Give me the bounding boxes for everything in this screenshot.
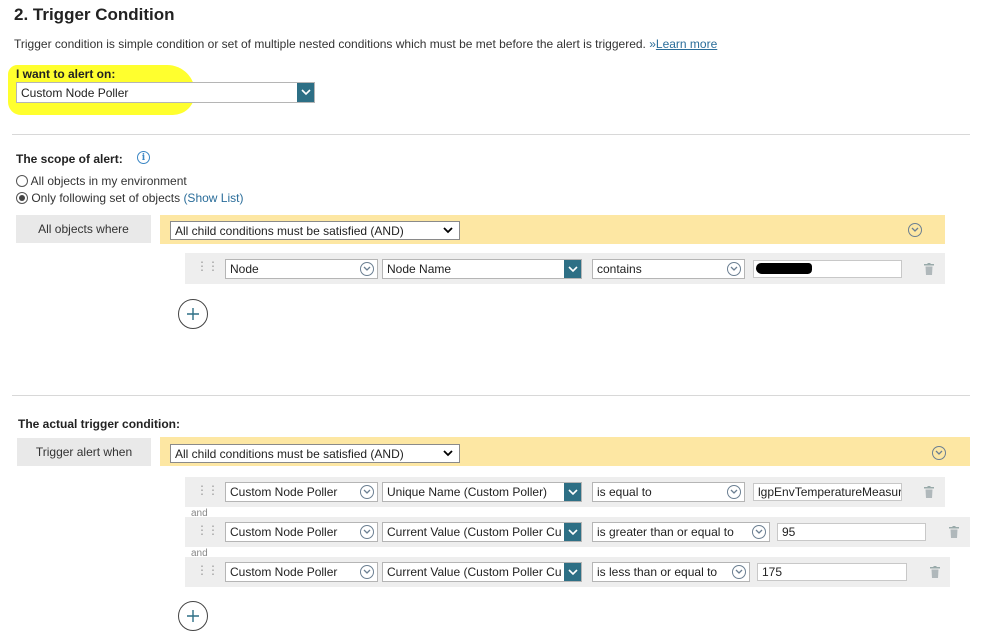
condition-value-text: 175 (762, 565, 783, 579)
radio-unselected[interactable] (16, 175, 28, 187)
condition-field-select[interactable]: Node Name (382, 259, 582, 279)
trash-icon[interactable] (924, 486, 934, 498)
condition-field-value: Node Name (387, 262, 452, 276)
scope-group-operator-value: All child conditions must be satisfied (… (175, 223, 404, 238)
divider (12, 395, 970, 396)
alert-on-label: I want to alert on: (16, 67, 116, 81)
radio-selected[interactable] (16, 192, 28, 204)
add-condition-button[interactable] (178, 601, 208, 631)
chevron-down-icon (360, 565, 374, 579)
condition-value-text: lgpEnvTemperatureMeasure (758, 485, 902, 499)
condition-field-select[interactable]: Unique Name (Custom Poller) (382, 482, 582, 502)
plus-icon (187, 308, 199, 320)
plus-icon (187, 610, 199, 622)
trigger-group-operator-value: All child conditions must be satisfied (… (175, 446, 404, 461)
learn-more-link[interactable]: Learn more (656, 37, 717, 51)
drag-handle-icon[interactable]: ⋮⋮ (196, 260, 219, 272)
trigger-label: The actual trigger condition: (18, 417, 181, 431)
chevron-down-icon (297, 83, 314, 102)
scope-option-all[interactable]: All objects in my environment (16, 174, 187, 188)
condition-object-value: Node (230, 262, 259, 276)
condition-value-input[interactable]: lgpEnvTemperatureMeasure (753, 483, 902, 501)
trash-icon[interactable] (949, 526, 959, 538)
trigger-group-label: Trigger alert when (17, 438, 151, 466)
redaction-mark (756, 263, 812, 274)
drag-handle-icon[interactable]: ⋮⋮ (196, 524, 219, 536)
condition-field-value: Current Value (Custom Poller Cu (387, 565, 562, 579)
chevron-down-icon (564, 260, 581, 278)
condition-operator-select[interactable]: is less than or equal to (592, 562, 750, 582)
trigger-group-operator-select[interactable]: All child conditions must be satisfied (… (170, 444, 460, 463)
divider (12, 134, 970, 135)
scope-option-following-label: Only following set of objects (31, 191, 181, 205)
trash-icon[interactable] (924, 263, 934, 275)
show-list-link[interactable]: (Show List) (183, 191, 243, 205)
chevron-down-icon (360, 262, 374, 276)
condition-field-value: Unique Name (Custom Poller) (387, 485, 548, 499)
scope-option-all-label: All objects in my environment (30, 174, 187, 188)
condition-operator-value: contains (597, 262, 642, 276)
condition-operator-select[interactable]: is greater than or equal to (592, 522, 770, 542)
condition-operator-select[interactable]: contains (592, 259, 745, 279)
condition-operator-select[interactable]: is equal to (592, 482, 745, 502)
chevron-down-icon (564, 563, 581, 581)
scope-label: The scope of alert: (16, 152, 123, 166)
section-title: 2. Trigger Condition (14, 5, 175, 24)
condition-field-select[interactable]: Current Value (Custom Poller Cu (382, 562, 582, 582)
scope-option-following[interactable]: Only following set of objects (Show List… (16, 191, 243, 205)
chevron-down-icon (732, 565, 746, 579)
drag-handle-icon[interactable]: ⋮⋮ (196, 564, 219, 576)
chevron-down-icon (752, 525, 766, 539)
chevron-down-icon (564, 523, 581, 541)
condition-object-value: Custom Node Poller (230, 565, 338, 579)
condition-object-select[interactable]: Custom Node Poller (225, 482, 378, 502)
condition-value-text: 95 (782, 525, 796, 539)
condition-value-input[interactable]: 175 (757, 563, 907, 581)
condition-value-input[interactable]: 95 (777, 523, 926, 541)
scope-group-label: All objects where (16, 215, 151, 243)
condition-operator-value: is less than or equal to (597, 565, 718, 579)
condition-operator-value: is equal to (597, 485, 652, 499)
condition-object-select[interactable]: Custom Node Poller (225, 562, 378, 582)
description-text: Trigger condition is simple condition or… (14, 37, 646, 51)
scope-group-operator-select[interactable]: All child conditions must be satisfied (… (170, 221, 460, 240)
section-description: Trigger condition is simple condition or… (14, 37, 717, 51)
chevron-down-icon (443, 226, 453, 233)
chevron-down-icon (564, 483, 581, 501)
chevron-down-icon (360, 525, 374, 539)
trash-icon[interactable] (930, 566, 940, 578)
collapse-group-icon[interactable] (908, 223, 922, 237)
chevron-down-icon (727, 262, 741, 276)
collapse-group-icon[interactable] (932, 446, 946, 460)
alert-on-select[interactable]: Custom Node Poller (16, 82, 315, 103)
alert-on-value: Custom Node Poller (21, 85, 129, 100)
chevron-down-icon (727, 485, 741, 499)
condition-field-select[interactable]: Current Value (Custom Poller Cu (382, 522, 582, 542)
chevron-down-icon (360, 485, 374, 499)
chevron-down-icon (443, 449, 453, 456)
condition-object-value: Custom Node Poller (230, 485, 338, 499)
condition-field-value: Current Value (Custom Poller Cu (387, 525, 562, 539)
condition-object-select[interactable]: Node (225, 259, 378, 279)
info-icon[interactable]: i (137, 151, 150, 164)
drag-handle-icon[interactable]: ⋮⋮ (196, 484, 219, 496)
condition-object-value: Custom Node Poller (230, 525, 338, 539)
learn-more-prefix: » (649, 37, 656, 51)
condition-object-select[interactable]: Custom Node Poller (225, 522, 378, 542)
condition-operator-value: is greater than or equal to (597, 525, 734, 539)
add-condition-button[interactable] (178, 299, 208, 329)
